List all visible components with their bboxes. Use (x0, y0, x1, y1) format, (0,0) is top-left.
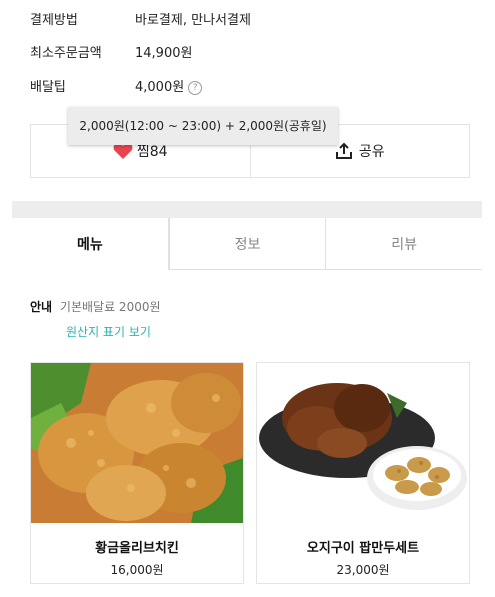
tab-bar: 메뉴 정보 리뷰 (12, 218, 483, 270)
tab-menu[interactable]: 메뉴 (12, 218, 169, 270)
fried-chicken-image (31, 363, 243, 523)
delivery-tip-label: 배달팁 (30, 80, 66, 95)
tab-reviews[interactable]: 리뷰 (325, 218, 483, 270)
menu-item-name: 오지구이 팝만두세트 (306, 541, 420, 556)
payment-method-value: 바로결제, 만나서결제 (135, 13, 251, 28)
section-divider (12, 201, 482, 218)
help-icon[interactable]: ? (188, 81, 203, 95)
payment-method-label: 결제방법 (30, 13, 78, 28)
menu-item-price: 23,000원 (336, 563, 390, 577)
delivery-tip-tooltip: 2,000원(12:00 ~ 23:00) + 2,000원(공휴일) (68, 107, 338, 145)
notice-label: 안내 (30, 300, 53, 314)
menu-item-price: 16,000원 (110, 563, 164, 577)
notice-text: 기본배달료 2000원 (59, 300, 161, 314)
min-order-value: 14,900원 (135, 46, 193, 61)
delivery-tip-value-wrap: 4,000원? (135, 78, 203, 98)
menu-item-card[interactable]: 황금올리브치킨 16,000원 (30, 362, 244, 584)
menu-item-card[interactable]: 오지구이 팝만두세트 23,000원 (256, 362, 470, 584)
min-order-label: 최소주문금액 (30, 46, 102, 61)
grilled-wings-dumplings-image (257, 363, 469, 523)
tab-info[interactable]: 정보 (168, 218, 326, 270)
menu-item-name: 황금올리브치킨 (95, 541, 179, 556)
notice: 안내 기본배달료 2000원 (30, 298, 161, 315)
share-label: 공유 (358, 144, 385, 160)
delivery-tip-value: 4,000원 (135, 80, 185, 95)
origin-info-link[interactable]: 원산지 표기 보기 (66, 323, 151, 340)
